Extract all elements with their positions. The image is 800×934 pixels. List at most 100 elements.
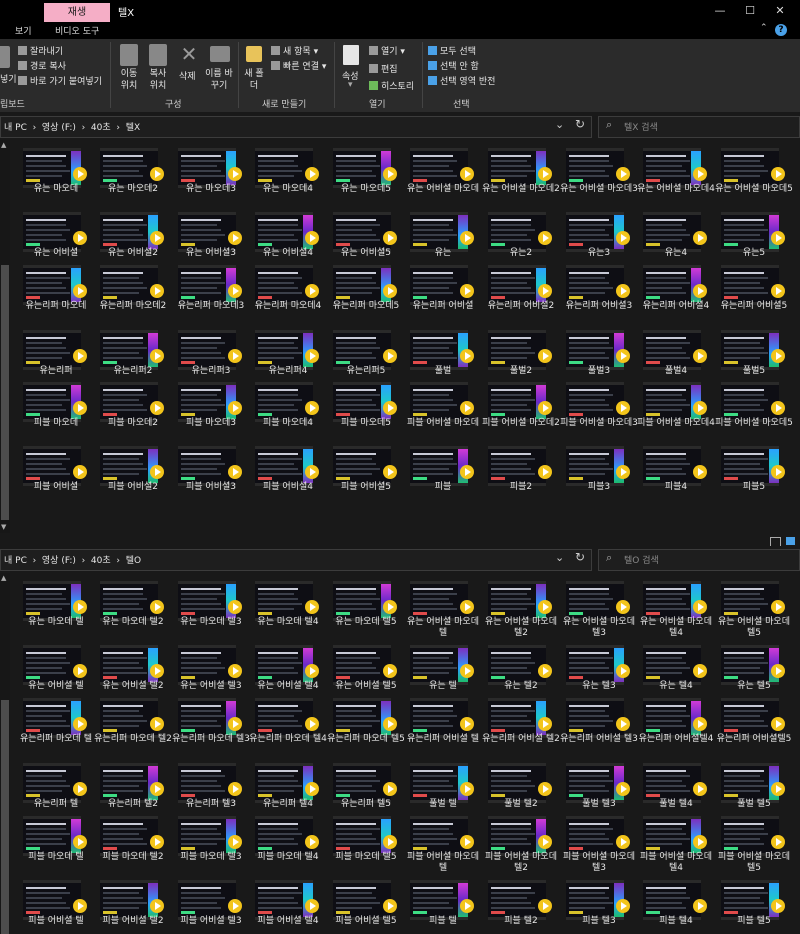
file-name: 유는 마오데 텔5 xyxy=(335,617,397,627)
copy-path-button[interactable]: 경로 복사 xyxy=(18,59,66,72)
thumbnail-row-line xyxy=(413,897,457,899)
file-name: 피블 어비셜 마오데3 xyxy=(560,418,638,428)
scrollbar-thumb[interactable] xyxy=(1,265,9,520)
breadcrumb-drive[interactable]: 영상 (F:) xyxy=(42,556,76,566)
copy-to-button[interactable]: 복사 위치 xyxy=(145,68,171,92)
invert-selection-button[interactable]: 선택 영역 반전 xyxy=(428,74,495,87)
properties-dropdown-icon[interactable]: ▾ xyxy=(348,80,353,90)
history-button[interactable]: 히스토리 xyxy=(369,79,414,92)
thumbnail-row-line xyxy=(491,463,527,465)
new-folder-icon xyxy=(246,46,262,62)
tab-view[interactable]: 보기 xyxy=(15,24,32,37)
thumbnail-row-line xyxy=(413,790,457,792)
thumbnail-row-line xyxy=(724,725,768,727)
thumbnail-header-line xyxy=(646,770,686,772)
breadcrumb-this-pc[interactable]: 내 PC xyxy=(4,123,27,133)
select-all-button[interactable]: 모두 선택 xyxy=(428,44,476,57)
tab-video-tools[interactable]: 비디오 도구 xyxy=(55,24,99,37)
new-item-button[interactable]: 새 항목 ▾ xyxy=(271,44,318,57)
file-list-pane-tel-x: 유는 마오데 유는 마오데2 유는 마오데3 유는 마오데4 유는 마오데5 유는 어비셜… xyxy=(10,140,800,533)
play-badge-icon xyxy=(693,349,707,363)
thumbnail-row-line xyxy=(491,468,531,470)
thumbnail-row-line xyxy=(646,473,686,475)
file-name: 유는 어비셜4 xyxy=(263,248,313,258)
thumbnail-row-line xyxy=(181,277,221,279)
thumbnail-row-line xyxy=(569,458,605,460)
context-tab-play[interactable]: 재생 xyxy=(44,3,110,22)
thumbnail-bar xyxy=(413,911,427,914)
video-thumbnail xyxy=(178,816,236,856)
easy-access-button[interactable]: 빠른 연결 ▾ xyxy=(271,59,326,72)
rename-button[interactable]: 이름 바꾸기 xyxy=(205,68,233,92)
play-badge-icon xyxy=(73,401,87,415)
play-badge-icon xyxy=(460,284,474,298)
scroll-up-icon[interactable]: ▲ xyxy=(1,574,6,582)
play-badge-icon xyxy=(73,782,87,796)
thumbnail-header-line xyxy=(336,705,376,707)
breadcrumb-current[interactable]: 텔X xyxy=(126,123,140,133)
move-to-button[interactable]: 이동 위치 xyxy=(116,68,142,92)
breadcrumb-this-pc[interactable]: 내 PC xyxy=(4,556,27,566)
scroll-down-icon[interactable]: ▼ xyxy=(1,523,6,531)
refresh-icon[interactable]: ↻ xyxy=(575,117,585,131)
chevron-up-icon[interactable]: ⌃ xyxy=(760,23,768,33)
cut-button[interactable]: 잘라내기 xyxy=(18,44,63,57)
thumbnail-row-line xyxy=(724,473,768,475)
file-name: 유는 어비셜 마오데 텔 xyxy=(407,617,479,638)
thumbnail-row-line xyxy=(646,292,686,294)
thumbnail-row-line xyxy=(569,160,609,162)
thumbnail-bar xyxy=(569,296,583,299)
thumbnail-row-line xyxy=(258,399,302,401)
file-name: 유는 어비셜 마오데3 xyxy=(560,184,638,194)
thumbnail-bar xyxy=(646,179,660,182)
thumbnail-header-line xyxy=(724,770,764,772)
thumbnail-row-line xyxy=(181,404,225,406)
minimize-button[interactable]: — xyxy=(705,2,735,20)
play-badge-icon xyxy=(228,349,242,363)
chevron-down-icon[interactable]: ⌄ xyxy=(555,551,564,564)
thumbnail-bar xyxy=(413,243,427,246)
thumbnail-row-line xyxy=(103,657,147,659)
new-folder-button[interactable]: 새 폴더 xyxy=(244,68,264,92)
copy-path-icon xyxy=(18,61,27,70)
help-icon[interactable]: ? xyxy=(775,24,787,36)
paste-shortcut-button[interactable]: 바로 가기 붙여넣기 xyxy=(18,74,102,87)
open-button[interactable]: 열기 ▾ xyxy=(369,44,405,57)
breadcrumb-current[interactable]: 텔O xyxy=(126,556,141,566)
play-badge-icon xyxy=(460,167,474,181)
delete-button[interactable]: 삭제 xyxy=(179,69,196,82)
chevron-down-icon[interactable]: ⌄ xyxy=(555,118,564,131)
breadcrumb-drive[interactable]: 영상 (F:) xyxy=(42,123,76,133)
edit-button[interactable]: 편집 xyxy=(369,62,398,75)
thumbnail-row-line xyxy=(336,170,372,172)
video-thumbnail xyxy=(23,698,81,738)
thumbnail-row-line xyxy=(181,473,221,475)
file-name: 유는 마오데 텔3 xyxy=(180,617,242,627)
thumbnail-bar xyxy=(646,296,660,299)
breadcrumb-folder-40s[interactable]: 40초 xyxy=(91,123,111,133)
thumbnail-row-line xyxy=(181,662,221,664)
thumbnail-header-line xyxy=(569,770,609,772)
close-button[interactable]: ✕ xyxy=(765,2,795,20)
thumbnail-row-line xyxy=(103,229,139,231)
play-badge-icon xyxy=(616,401,630,415)
select-none-button[interactable]: 선택 안 함 xyxy=(428,59,479,72)
paste-button-label[interactable]: 넣기 xyxy=(0,72,17,85)
file-name: 유는리퍼 어비셜 텔 xyxy=(407,734,479,744)
search-icon: ⌕ xyxy=(606,551,613,564)
thumbnail-row-line xyxy=(26,292,70,294)
thumbnail-row-line xyxy=(413,892,453,894)
maximize-button[interactable]: ☐ xyxy=(735,2,765,20)
breadcrumb-folder-40s[interactable]: 40초 xyxy=(91,556,111,566)
file-name: 피블 마오데 xyxy=(33,418,79,428)
large-icons-view-icon[interactable] xyxy=(786,537,795,545)
refresh-icon[interactable]: ↻ xyxy=(575,550,585,564)
video-thumbnail xyxy=(333,330,391,370)
file-name: 피블 어비셜 마오데4 xyxy=(637,418,715,428)
play-badge-icon xyxy=(150,835,164,849)
thumbnail-header-line xyxy=(336,155,376,157)
scrollbar-thumb[interactable] xyxy=(1,700,9,934)
scroll-up-icon[interactable]: ▲ xyxy=(1,141,6,149)
open-icon xyxy=(369,46,378,55)
play-badge-icon xyxy=(616,782,630,796)
